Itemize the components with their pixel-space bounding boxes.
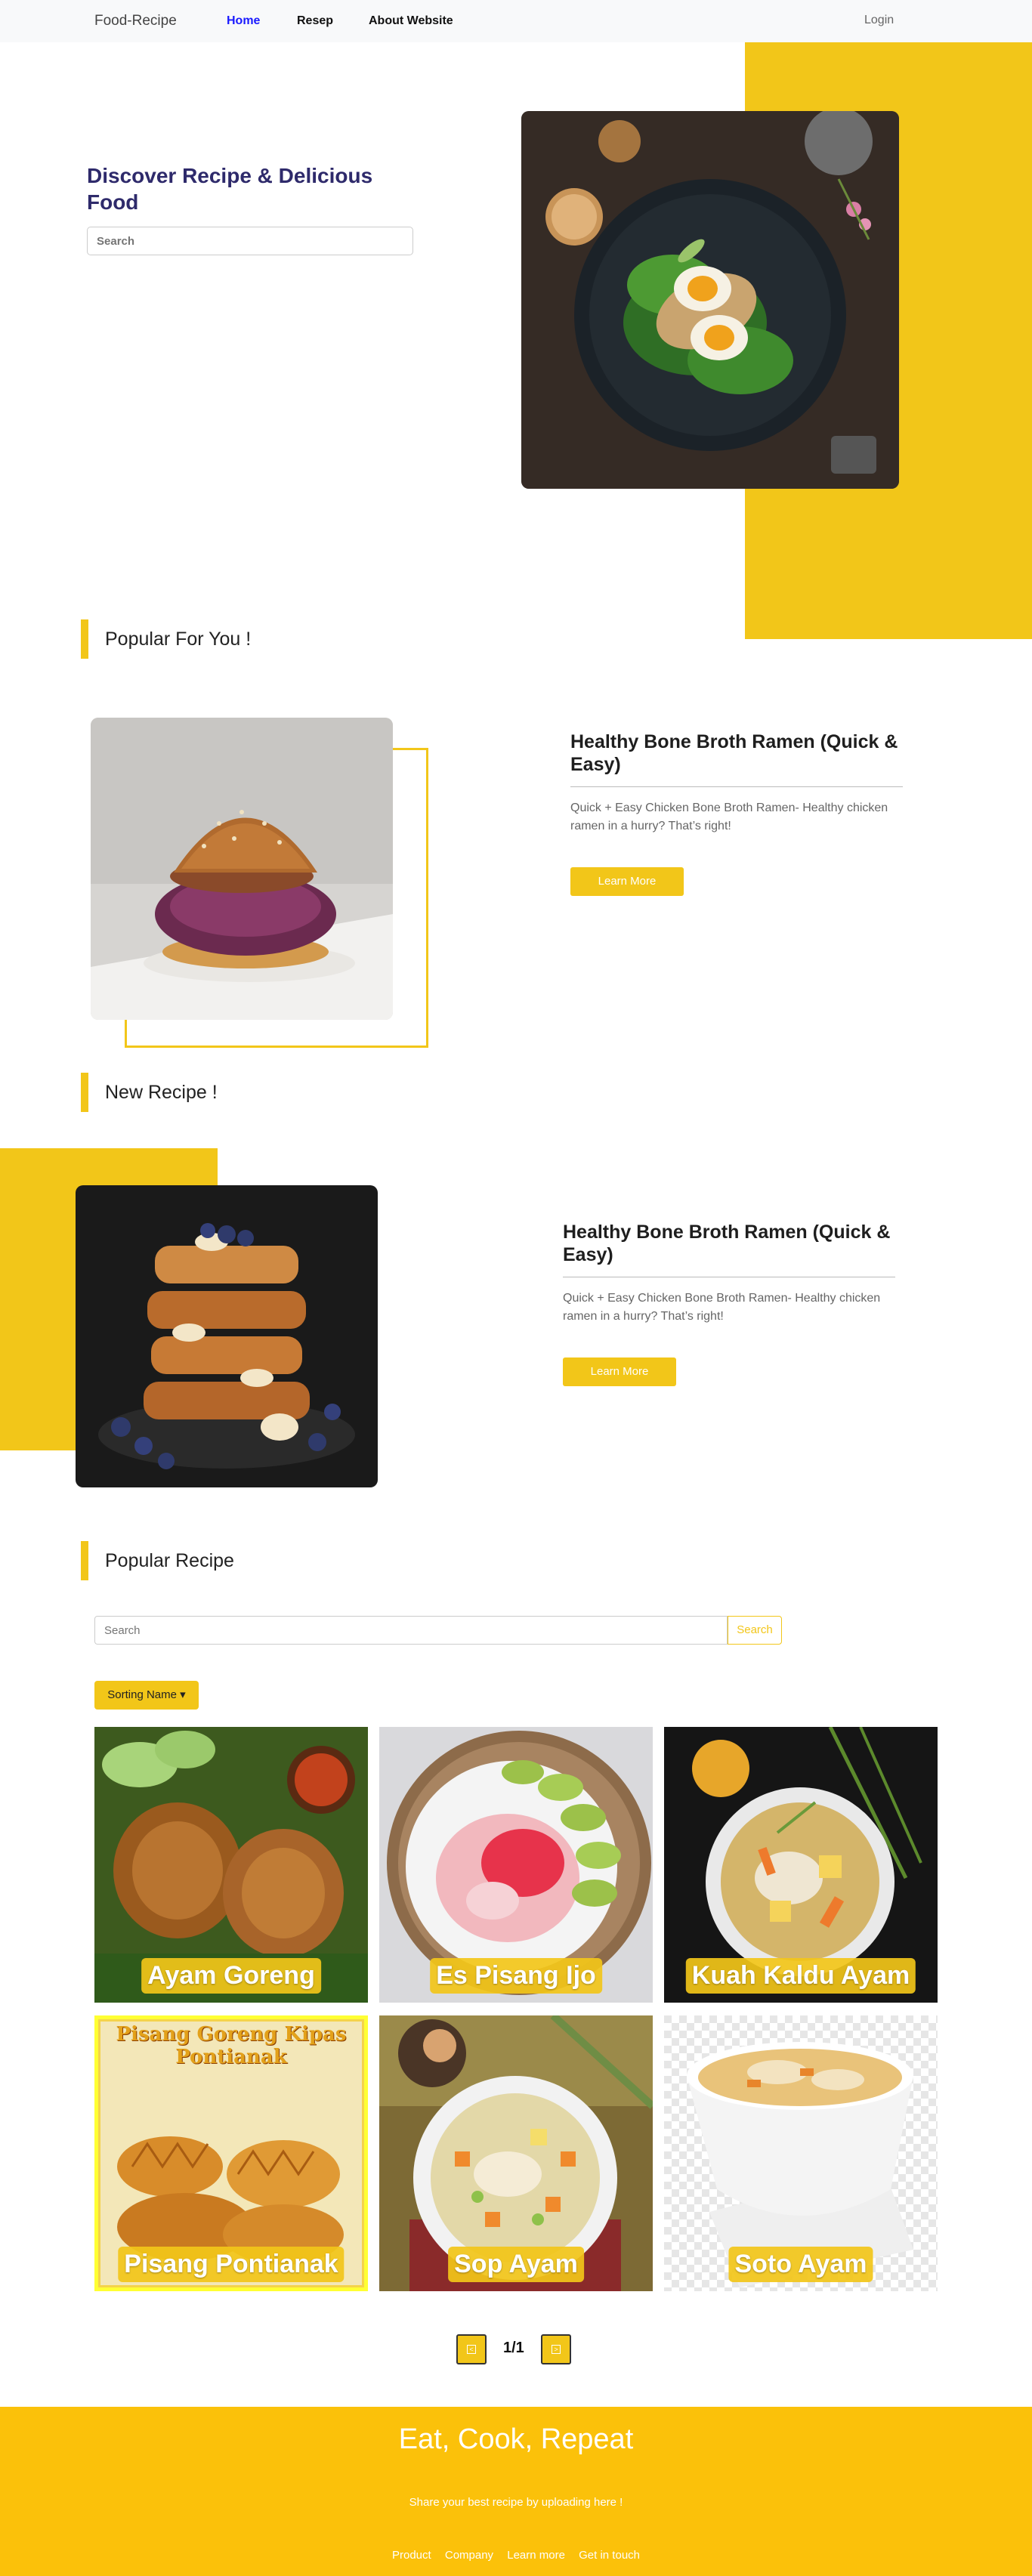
recipe-card-es-pisang-ijo[interactable]: Es Pisang Ijo — [379, 1727, 653, 2003]
navbar: Food-Recipe Home Resep About Website Log… — [0, 0, 1032, 42]
footer-link-product[interactable]: Product — [392, 2549, 431, 2562]
recipe-search-input[interactable] — [94, 1616, 728, 1645]
next-arrow-icon: > — [552, 2345, 561, 2354]
recipe-card-ayam-goreng[interactable]: Ayam Goreng — [94, 1727, 368, 2003]
section-heading-popular-for-you: Popular For You ! — [81, 619, 251, 659]
pagination-prev-button[interactable]: < — [456, 2334, 487, 2364]
popular-burger-image — [91, 718, 393, 1020]
recipe-search-button[interactable]: Search — [728, 1616, 782, 1645]
sorting-dropdown-label: Sorting Name — [107, 1688, 177, 1701]
footer-link-learn-more[interactable]: Learn more — [507, 2549, 565, 2562]
login-link[interactable]: Login — [864, 14, 894, 27]
recipe-card-kuah-kaldu-ayam[interactable]: Kuah Kaldu Ayam — [664, 1727, 938, 2003]
page: Food-Recipe Home Resep About Website Log… — [0, 0, 1032, 2576]
footer-subtitle: Share your best recipe by uploading here… — [409, 2496, 623, 2509]
prev-arrow-icon: < — [467, 2345, 476, 2354]
recipe-label: Sop Ayam — [448, 2247, 584, 2282]
popular-learn-more-button[interactable]: Learn More — [570, 867, 684, 896]
new-card-description: Quick + Easy Chicken Bone Broth Ramen- H… — [563, 1292, 881, 1323]
new-learn-more-button[interactable]: Learn More — [563, 1357, 676, 1386]
recipe-label: Ayam Goreng — [141, 1958, 321, 1994]
footer-link-get-in-touch[interactable]: Get in touch — [579, 2549, 640, 2562]
recipe-poster-text: Pisang Goreng Kipas Pontianak — [116, 2023, 347, 2068]
recipe-card-sop-ayam[interactable]: Sop Ayam — [379, 2015, 653, 2291]
footer-links: Product Company Learn more Get in touch — [0, 2549, 1032, 2562]
recipe-label: Pisang Pontianak — [118, 2247, 345, 2282]
recipe-label: Kuah Kaldu Ayam — [685, 1958, 916, 1994]
new-card-title: Healthy Bone Broth Ramen (Quick & Easy) — [563, 1221, 895, 1277]
pagination-info: 1/1 — [503, 2340, 524, 2356]
nav-link-about[interactable]: About Website — [369, 14, 453, 28]
recipe-card-soto-ayam[interactable]: Soto Ayam — [664, 2015, 938, 2291]
section-heading-new-recipe: New Recipe ! — [81, 1073, 218, 1112]
popular-card-title: Healthy Bone Broth Ramen (Quick & Easy) — [570, 730, 903, 787]
footer-title: Eat, Cook, Repeat — [398, 2423, 634, 2455]
hero-title: Discover Recipe & Delicious Food — [87, 164, 373, 214]
footer: Eat, Cook, Repeat Share your best recipe… — [0, 2407, 1032, 2576]
sorting-dropdown[interactable]: Sorting Name ▾ — [94, 1681, 199, 1710]
new-recipe-image — [76, 1185, 378, 1487]
nav-link-resep[interactable]: Resep — [297, 14, 333, 28]
recipe-label: Es Pisang Ijo — [430, 1958, 602, 1994]
hero-search-input[interactable] — [87, 227, 413, 255]
brand-logo[interactable]: Food-Recipe — [94, 13, 177, 29]
popular-card-description: Quick + Easy Chicken Bone Broth Ramen- H… — [570, 802, 888, 832]
footer-link-company[interactable]: Company — [445, 2549, 493, 2562]
caret-down-icon: ▾ — [180, 1688, 186, 1701]
section-heading-popular-recipe: Popular Recipe — [81, 1541, 234, 1580]
recipe-card-pisang-pontianak[interactable]: Pisang Goreng Kipas Pontianak Pisang Pon… — [94, 2015, 368, 2291]
recipe-label: Soto Ayam — [728, 2247, 873, 2282]
pagination-next-button[interactable]: > — [541, 2334, 571, 2364]
hero-food-image — [521, 111, 899, 489]
nav-link-home[interactable]: Home — [227, 14, 260, 28]
